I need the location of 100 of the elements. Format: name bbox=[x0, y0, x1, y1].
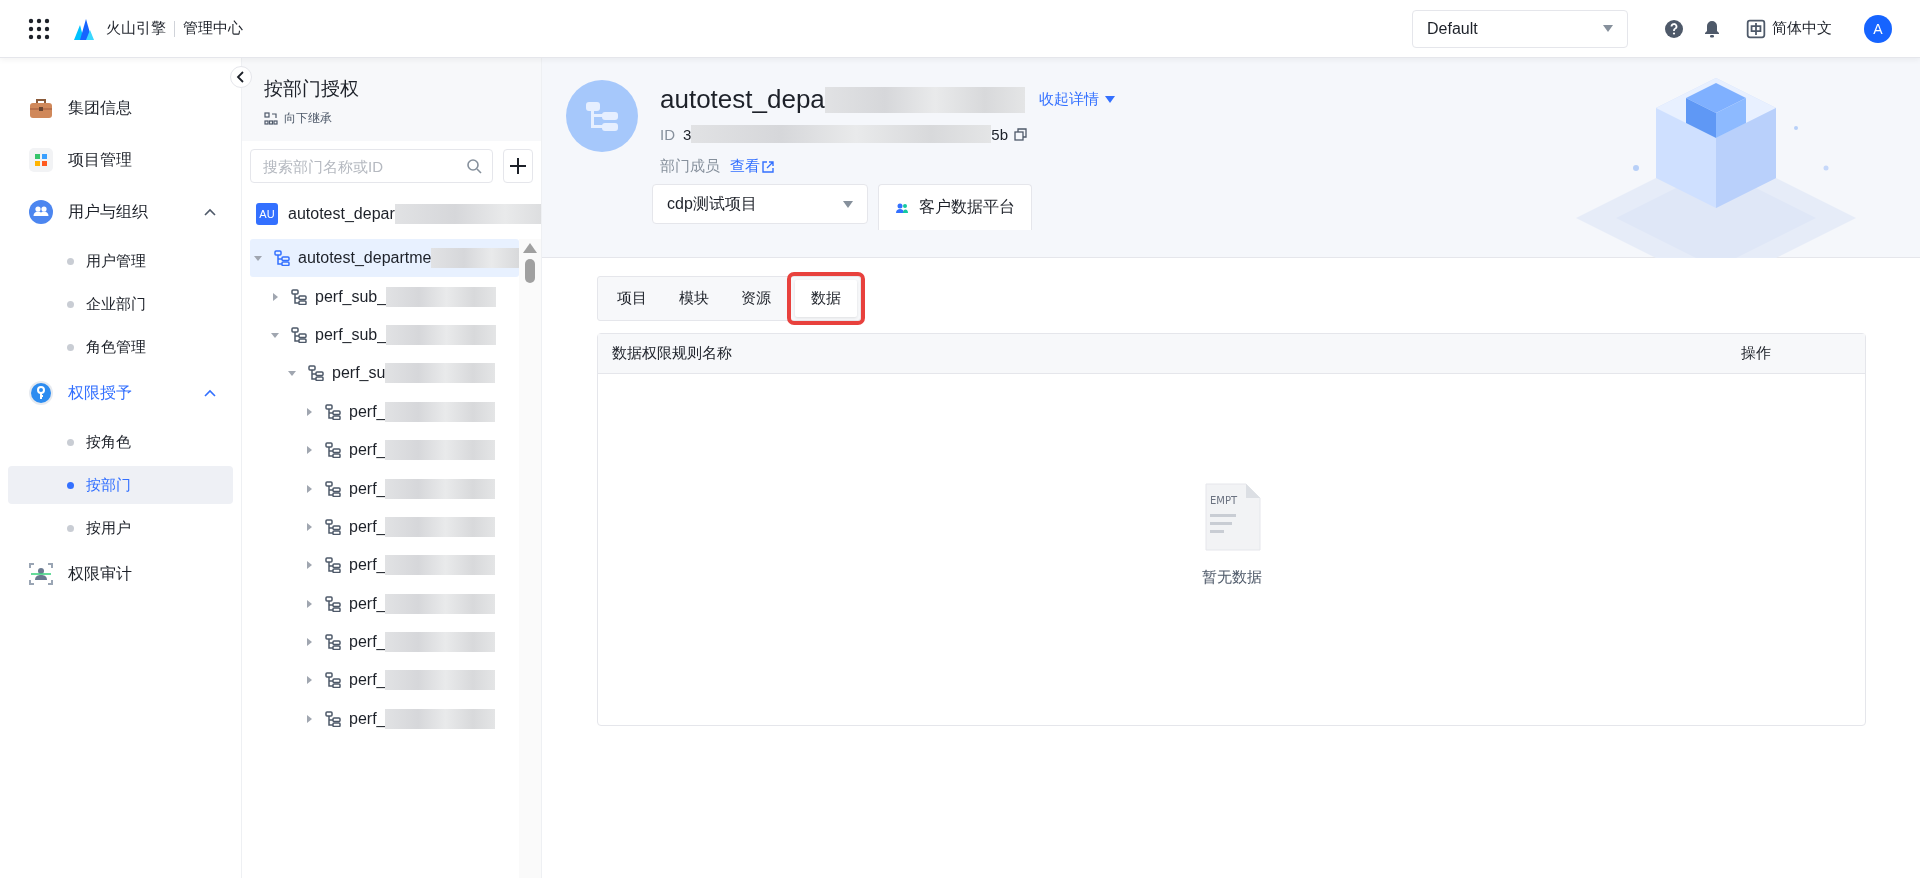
org-chart-icon bbox=[325, 710, 341, 727]
caret-down-icon bbox=[271, 330, 279, 339]
tree-node[interactable]: perf_ bbox=[242, 661, 519, 700]
node-label: perf_ bbox=[349, 633, 386, 652]
search-input[interactable]: 搜索部门名称或ID bbox=[261, 156, 466, 176]
tree-node[interactable]: perf_sub_ bbox=[242, 277, 519, 316]
product-tab[interactable]: 客户数据平台 bbox=[878, 184, 1032, 230]
tab[interactable]: 模块 bbox=[663, 280, 725, 317]
department-title: autotest_depa bbox=[660, 84, 825, 115]
dropdown-caret-icon bbox=[843, 200, 853, 208]
empty-message: 暂无数据 bbox=[1201, 568, 1262, 587]
collapse-details-link[interactable]: 收起详情 bbox=[1038, 90, 1115, 109]
node-label: perf_ bbox=[349, 441, 386, 460]
scroll-up-arrow-icon bbox=[523, 243, 537, 253]
sidebar-item[interactable]: 权限审计 bbox=[8, 552, 233, 596]
org-chart-icon bbox=[308, 365, 324, 382]
project-select[interactable]: cdp测试项目 bbox=[652, 184, 868, 224]
caret-right-icon bbox=[305, 714, 313, 723]
sidebar-subitem[interactable]: 按用户 bbox=[8, 509, 233, 547]
language-icon bbox=[1746, 18, 1766, 39]
key-icon bbox=[28, 380, 54, 406]
org-chart-icon bbox=[325, 672, 341, 689]
node-label: perf_sub_ bbox=[315, 325, 387, 344]
org-chart-icon bbox=[291, 326, 307, 343]
add-button[interactable] bbox=[503, 149, 533, 183]
collapse-sidebar-button[interactable] bbox=[230, 66, 252, 88]
sidebar-item[interactable]: 集团信息 bbox=[8, 86, 233, 130]
org-chart-icon bbox=[274, 250, 290, 267]
people-icon bbox=[28, 199, 54, 225]
panel-title: 按部门授权 bbox=[264, 77, 360, 101]
node-label: perf_ bbox=[349, 594, 386, 613]
node-label: perf_sub_ bbox=[315, 287, 387, 306]
id-value: 5b bbox=[991, 125, 1009, 143]
org-chart-icon bbox=[325, 518, 341, 535]
column-header: 数据权限规则名称 bbox=[612, 344, 732, 363]
sidebar-subitem[interactable]: 企业部门 bbox=[8, 285, 233, 323]
sidebar-item[interactable]: 用户与组织 bbox=[8, 190, 233, 234]
id-label: ID bbox=[660, 125, 675, 143]
app-grid-icon[interactable] bbox=[28, 17, 50, 40]
org-chart-icon bbox=[291, 288, 307, 305]
tree-node[interactable]: autotest_departme bbox=[250, 239, 519, 278]
plus-icon bbox=[509, 157, 527, 175]
org-chart-icon bbox=[325, 557, 341, 574]
workspace-select[interactable]: Default bbox=[1412, 9, 1628, 48]
node-label: perf_ bbox=[349, 479, 386, 498]
tab[interactable]: 资源 bbox=[725, 280, 787, 317]
person-scan-icon bbox=[28, 561, 54, 587]
node-label: perf_ bbox=[349, 402, 386, 421]
tree-node[interactable]: perf_ bbox=[242, 507, 519, 547]
scrollbar[interactable] bbox=[519, 239, 541, 878]
node-label: perf_su bbox=[332, 364, 386, 383]
caret-right-icon bbox=[271, 292, 279, 301]
sidebar-subitem[interactable]: 按角色 bbox=[8, 423, 233, 461]
help-icon[interactable] bbox=[1664, 18, 1684, 39]
caret-down-icon bbox=[288, 369, 296, 378]
id-value: 3 bbox=[683, 125, 692, 143]
inherit-label: 向下继承 bbox=[284, 110, 332, 127]
sidebar-subitem[interactable]: 角色管理 bbox=[8, 328, 233, 366]
tab[interactable]: 数据 bbox=[795, 280, 857, 317]
node-label: perf_ bbox=[349, 709, 386, 728]
org-chart-icon bbox=[325, 403, 341, 420]
org-chart-icon bbox=[325, 480, 341, 497]
node-label: autotest_departme bbox=[298, 249, 432, 268]
view-members-link[interactable]: 查看 bbox=[730, 157, 774, 176]
brand-name: 火山引擎 bbox=[106, 19, 166, 38]
product-name: 管理中心 bbox=[183, 19, 243, 38]
org-chart-icon bbox=[325, 634, 341, 651]
node-label: perf_ bbox=[349, 671, 386, 690]
notification-bell-icon[interactable] bbox=[1702, 18, 1722, 39]
sidebar-subitem[interactable]: 按部门 bbox=[8, 466, 233, 504]
caret-right-icon bbox=[305, 484, 313, 493]
search-field[interactable]: 搜索部门名称或ID bbox=[250, 149, 493, 183]
tree-node[interactable]: perf_ bbox=[242, 546, 519, 585]
caret-down-icon bbox=[254, 254, 262, 263]
tab[interactable]: 项目 bbox=[601, 280, 663, 317]
tree-node[interactable]: perf_su bbox=[242, 354, 519, 393]
tree-node[interactable]: perf_ bbox=[242, 430, 519, 470]
language-button[interactable]: 简体中文 bbox=[1746, 18, 1832, 39]
sidebar-subitem[interactable]: 用户管理 bbox=[8, 242, 233, 280]
tree-node[interactable]: perf_ bbox=[242, 392, 519, 431]
caret-right-icon bbox=[305, 522, 313, 531]
tree-node[interactable]: perf_ bbox=[242, 469, 519, 508]
copy-icon[interactable] bbox=[1014, 127, 1028, 141]
sidebar-item[interactable]: 权限授予 bbox=[8, 371, 233, 415]
scrollbar-thumb[interactable] bbox=[525, 259, 535, 283]
org-chart-icon bbox=[325, 595, 341, 612]
node-label: perf_ bbox=[349, 556, 386, 575]
caret-down-icon bbox=[1104, 96, 1115, 103]
tree-node[interactable]: perf_sub_ bbox=[242, 315, 519, 355]
node-label: perf_ bbox=[349, 517, 386, 536]
search-icon bbox=[466, 158, 482, 174]
tree-node[interactable]: perf_ bbox=[242, 699, 519, 739]
caret-right-icon bbox=[305, 676, 313, 685]
caret-right-icon bbox=[305, 407, 313, 416]
tree-node[interactable]: perf_ bbox=[242, 584, 519, 623]
tree-node[interactable]: perf_ bbox=[242, 622, 519, 662]
sidebar-item[interactable]: 项目管理 bbox=[8, 138, 233, 182]
user-avatar[interactable]: A bbox=[1864, 14, 1892, 43]
app-tiles-icon bbox=[28, 147, 54, 173]
department-name: autotest_depar bbox=[288, 205, 395, 223]
